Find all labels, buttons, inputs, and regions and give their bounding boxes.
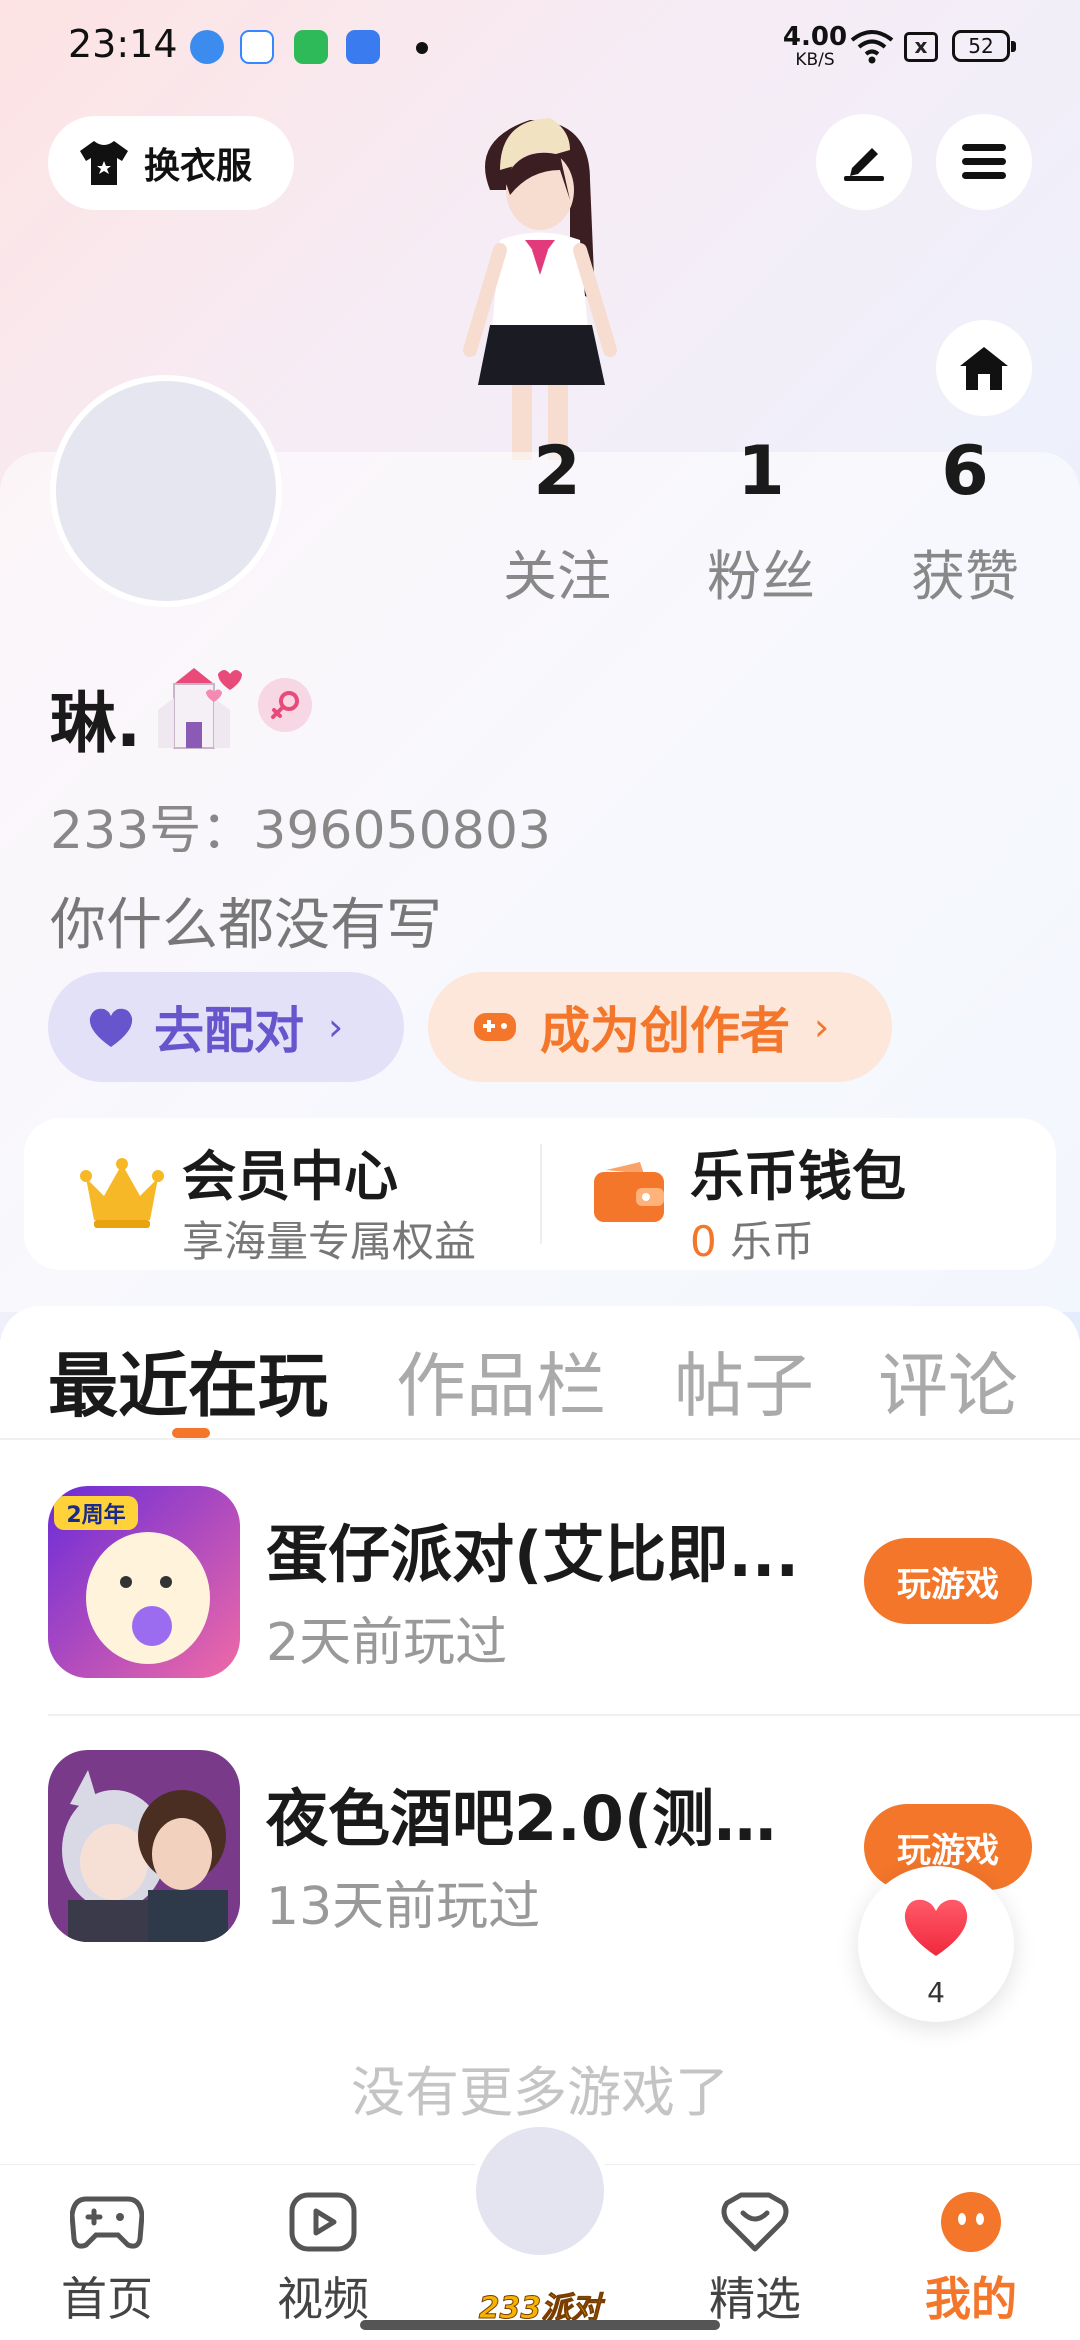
wallet-icon — [594, 1162, 664, 1222]
avatar-character[interactable] — [420, 100, 660, 460]
nav-featured[interactable]: 精选 — [680, 2191, 830, 2329]
home-scene-button[interactable] — [936, 320, 1032, 416]
gender-female-icon — [258, 678, 312, 732]
user-name: 琳. — [50, 685, 142, 762]
floating-like-button[interactable]: 4 — [858, 1866, 1014, 2022]
game-last-played: 2天前玩过 — [266, 1613, 508, 1673]
net-speed-unit: KB/S — [795, 50, 835, 70]
nav-party-avatar-button[interactable] — [470, 2121, 610, 2261]
tabs-divider — [0, 1438, 1080, 1440]
game-title: 夜色酒吧2.0(测试... — [266, 1782, 826, 1855]
featured-heart-icon — [721, 2192, 789, 2252]
following-count: 2 — [533, 432, 581, 511]
vip-title: 会员中心 — [182, 1145, 398, 1208]
tab-works[interactable]: 作品栏 — [396, 1330, 606, 1431]
list-item[interactable]: 2周年 蛋仔派对(艾比即... 2天前玩过 玩游戏 — [0, 1450, 1080, 1710]
tab-recently-played[interactable]: 最近在玩 — [48, 1330, 328, 1431]
infinity-app-icon — [346, 30, 380, 64]
status-time: 23:14 — [68, 22, 178, 66]
avatar[interactable] — [50, 375, 282, 607]
play-game-button[interactable]: 玩游戏 — [864, 1538, 1032, 1624]
heart-icon — [904, 1899, 968, 1956]
profile-face-icon — [941, 2192, 1001, 2252]
hamburger-menu-icon — [962, 144, 1006, 179]
tab-active-indicator — [172, 1428, 210, 1438]
likes-count: 6 — [941, 432, 989, 511]
game-icon-night-bar — [48, 1750, 240, 1942]
wallet-entry[interactable]: 乐币钱包 0 乐币 — [542, 1118, 1056, 1270]
net-speed-value: 4.00 — [782, 22, 848, 52]
heart-icon — [89, 1008, 133, 1047]
become-creator-button[interactable]: 成为创作者 › — [428, 972, 892, 1082]
battery-icon: 52 — [952, 30, 1016, 62]
match-button[interactable]: 去配对 › — [48, 972, 404, 1082]
gamepad-icon — [474, 1013, 516, 1041]
house-icon — [960, 347, 1008, 390]
sim-card-icon: x — [904, 32, 938, 62]
followers-label: 粉丝 — [707, 545, 815, 608]
nav-video[interactable]: 视频 — [248, 2191, 398, 2329]
shirt-icon — [80, 141, 128, 185]
wallet-amount: 0 — [690, 1217, 717, 1266]
member-wallet-card: 会员中心 享海量专属权益 乐币钱包 0 乐币 — [24, 1118, 1056, 1270]
home-indicator[interactable] — [360, 2320, 720, 2330]
video-icon — [289, 2192, 357, 2252]
vip-center-entry[interactable]: 会员中心 享海量专属权益 — [24, 1118, 540, 1270]
edit-profile-button[interactable] — [816, 114, 912, 210]
wallet-title: 乐币钱包 — [690, 1145, 906, 1208]
bottom-navigation: 首页 视频 233派对 精选 我的 — [0, 2121, 1080, 2340]
chapel-hearts-emoji-icon — [158, 668, 242, 749]
status-bar: 23:14 4.00 KB/S x 52 — [0, 0, 1080, 96]
change-outfit-label: 换衣服 — [144, 146, 253, 187]
wallet-unit: 乐币 — [716, 1217, 815, 1266]
menu-button[interactable] — [936, 114, 1032, 210]
no-more-games-text: 没有更多游戏了 — [351, 2061, 729, 2124]
game-title: 蛋仔派对(艾比即... — [266, 1518, 799, 1591]
shop-app-icon — [294, 30, 328, 64]
network-speed: 4.00 KB/S — [780, 24, 850, 69]
baidu-icon — [240, 30, 274, 64]
following-label: 关注 — [503, 545, 611, 608]
like-count: 4 — [927, 1976, 945, 2009]
followers-count: 1 — [737, 432, 785, 511]
likes-label: 获赞 — [911, 545, 1019, 608]
nav-mine[interactable]: 我的 — [896, 2191, 1046, 2329]
stat-likes[interactable]: 6 获赞 — [880, 438, 1050, 611]
wallet-balance: 0 乐币 — [690, 1208, 814, 1269]
chevron-right-icon: › — [328, 1005, 344, 1049]
stat-followers[interactable]: 1 粉丝 — [676, 438, 846, 611]
vip-subtitle: 享海量专属权益 — [182, 1217, 477, 1266]
more-notifications-dot — [416, 42, 428, 54]
pen-icon — [844, 148, 884, 181]
tab-posts[interactable]: 帖子 — [674, 1330, 814, 1431]
nav-home[interactable]: 首页 — [32, 2191, 182, 2329]
game-last-played: 13天前玩过 — [266, 1877, 541, 1937]
wifi-icon — [850, 30, 894, 64]
gamepad-icon — [69, 2196, 145, 2249]
notification-app-icon — [190, 30, 224, 64]
nav-home-label: 首页 — [61, 2272, 153, 2326]
change-outfit-button[interactable]: 换衣服 — [48, 116, 294, 210]
chevron-right-icon: › — [814, 1005, 830, 1049]
anniversary-badge: 2周年 — [66, 1502, 125, 1528]
nav-mine-label: 我的 — [925, 2272, 1017, 2326]
stat-following[interactable]: 2 关注 — [472, 438, 642, 611]
user-bio[interactable]: 你什么都没有写 — [50, 880, 442, 961]
user-id[interactable]: 233号：396050803 — [50, 788, 551, 863]
match-label: 去配对 — [154, 1002, 304, 1060]
become-creator-label: 成为创作者 — [540, 1002, 790, 1060]
crown-icon — [80, 1158, 164, 1228]
tab-comments[interactable]: 评论 — [878, 1330, 1018, 1431]
game-icon-eggy-party: 2周年 — [48, 1486, 240, 1678]
